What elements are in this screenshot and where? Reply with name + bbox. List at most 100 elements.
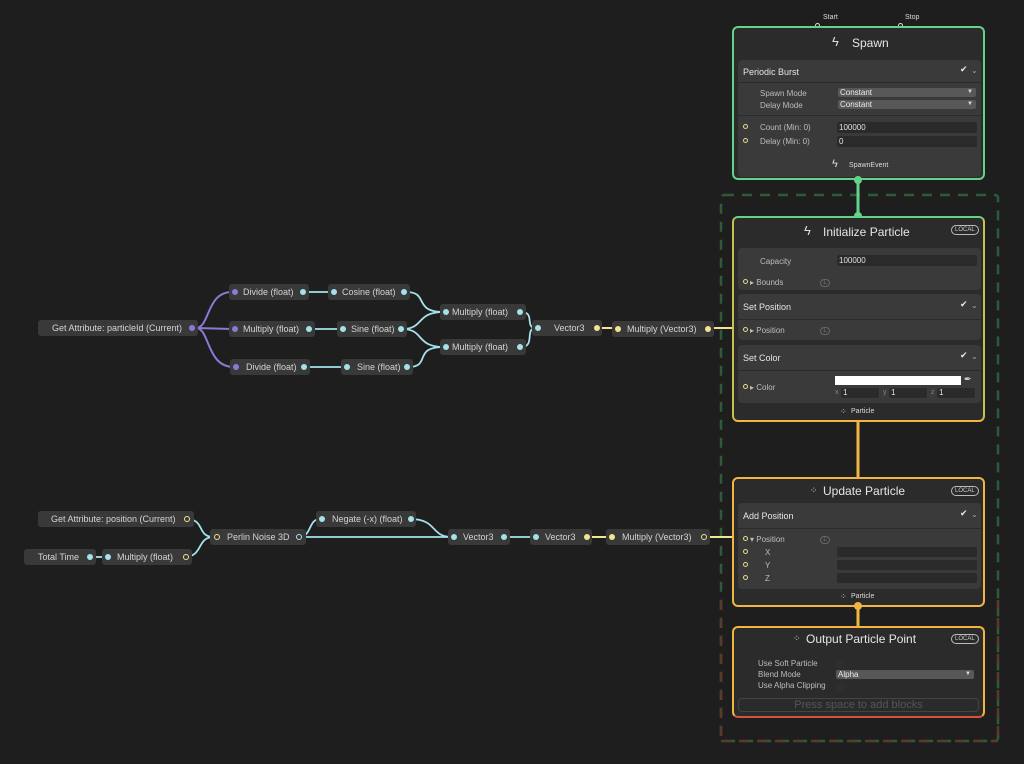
multiply-vector3-node-top[interactable]: Multiply (Vector3) xyxy=(612,321,714,337)
sine-float-node-1[interactable]: Sine (float) xyxy=(337,321,407,337)
initialize-particle-context[interactable]: ϟ Initialize Particle LOCAL Capacity 100… xyxy=(732,216,985,422)
output-port[interactable] xyxy=(401,289,407,295)
input-port[interactable] xyxy=(105,554,111,560)
get-attribute-particleid-node[interactable]: Get Attribute: particleId (Current) xyxy=(38,320,198,336)
input-port[interactable] xyxy=(451,534,457,540)
block-enabled-checkbox[interactable]: ✔ xyxy=(960,350,968,361)
divide-float-node-1[interactable]: Divide (float) xyxy=(229,284,309,300)
output-port[interactable] xyxy=(398,326,404,332)
input-port[interactable] xyxy=(319,516,325,522)
chevron-down-icon[interactable]: ⌄ xyxy=(971,301,978,310)
block-enabled-checkbox[interactable]: ✔ xyxy=(960,508,968,519)
output-port[interactable] xyxy=(87,554,93,560)
space-local-icon[interactable]: L xyxy=(820,536,830,544)
output-port[interactable] xyxy=(584,534,590,540)
vector3-node-top[interactable]: Vector3 xyxy=(532,320,602,336)
spawn-context[interactable]: ϟ Spawn Periodic Burst ✔ ⌄ Spawn Mode Co… xyxy=(732,26,985,180)
spawn-event-port[interactable] xyxy=(854,176,862,184)
color-input-port[interactable] xyxy=(743,384,748,389)
update-particle-context[interactable]: ⁘ Update Particle LOCAL Add Position ✔ ⌄… xyxy=(732,477,985,607)
output-port[interactable] xyxy=(296,534,302,540)
add-blocks-hint[interactable]: Press space to add blocks xyxy=(738,698,979,712)
perlin-noise-3d-node[interactable]: Perlin Noise 3D xyxy=(210,529,306,545)
color-swatch[interactable] xyxy=(835,376,961,385)
x-field[interactable] xyxy=(837,547,977,557)
chevron-down-icon[interactable]: ⌄ xyxy=(971,66,978,75)
input-port[interactable] xyxy=(535,325,541,331)
multiply-float-node-1[interactable]: Multiply (float) xyxy=(229,321,315,337)
block-enabled-checkbox[interactable]: ✔ xyxy=(960,64,968,75)
space-local-icon[interactable]: L xyxy=(820,279,830,287)
chevron-down-icon[interactable]: ⌄ xyxy=(971,510,978,519)
output-port[interactable] xyxy=(701,534,707,540)
delay-input-port[interactable] xyxy=(743,138,748,143)
vector3-node-bottom-1[interactable]: Vector3 xyxy=(448,529,510,545)
soft-particle-checkbox[interactable] xyxy=(836,659,845,668)
color-z-field[interactable]: 1 xyxy=(937,388,975,398)
multiply-float-node-top[interactable]: Multiply (float) xyxy=(440,304,526,320)
output-port[interactable] xyxy=(404,364,410,370)
color-x-field[interactable]: 1 xyxy=(841,388,879,398)
output-port[interactable] xyxy=(183,554,189,560)
input-port[interactable] xyxy=(443,309,449,315)
delay-mode-dropdown[interactable]: Constant ▼ xyxy=(838,100,976,109)
position-input-port[interactable] xyxy=(743,536,748,541)
add-position-block[interactable]: Add Position ✔ ⌄ ▾ Position L X Y Z xyxy=(738,503,981,589)
z-input-port[interactable] xyxy=(743,575,748,580)
output-port[interactable] xyxy=(300,289,306,295)
input-port[interactable] xyxy=(533,534,539,540)
input-port[interactable] xyxy=(214,534,220,540)
input-port[interactable] xyxy=(344,364,350,370)
total-time-node[interactable]: Total Time xyxy=(24,549,96,565)
eyedropper-icon[interactable]: ✒ xyxy=(964,374,972,385)
set-position-block[interactable]: Set Position ✔ ⌄ ▸ Position L xyxy=(738,294,981,340)
local-badge[interactable]: LOCAL xyxy=(951,634,979,644)
multiply-float-node-bottom[interactable]: Multiply (float) xyxy=(440,339,526,355)
output-port[interactable] xyxy=(184,516,190,522)
count-field[interactable]: 100000 xyxy=(837,122,977,133)
local-badge[interactable]: LOCAL xyxy=(951,225,979,235)
x-input-port[interactable] xyxy=(743,549,748,554)
input-port[interactable] xyxy=(233,364,239,370)
space-local-icon[interactable]: L xyxy=(820,327,830,335)
vector3-node-bottom-2[interactable]: Vector3 xyxy=(530,529,592,545)
y-field[interactable] xyxy=(837,560,977,570)
multiply-vector3-node-bottom[interactable]: Multiply (Vector3) xyxy=(606,529,710,545)
input-port[interactable] xyxy=(609,534,615,540)
count-input-port[interactable] xyxy=(743,124,748,129)
delay-field[interactable]: 0 xyxy=(837,136,977,147)
spawn-mode-dropdown[interactable]: Constant ▼ xyxy=(838,88,976,97)
output-particle-point-context[interactable]: ⁘ Output Particle Point LOCAL Use Soft P… xyxy=(732,626,985,718)
input-port[interactable] xyxy=(340,326,346,332)
output-port[interactable] xyxy=(306,326,312,332)
position-input-port[interactable] xyxy=(743,327,748,332)
input-port[interactable] xyxy=(443,344,449,350)
output-port[interactable] xyxy=(517,309,523,315)
set-color-block[interactable]: Set Color ✔ ⌄ ▸ Color ✒ x 1 y 1 z 1 xyxy=(738,345,981,403)
multiply-float-time-node[interactable]: Multiply (float) xyxy=(102,549,192,565)
input-port[interactable] xyxy=(232,289,238,295)
get-attribute-position-node[interactable]: Get Attribute: position (Current) xyxy=(38,511,194,527)
capacity-field[interactable]: 100000 xyxy=(837,255,977,266)
divide-float-node-2[interactable]: Divide (float) xyxy=(230,359,310,375)
input-port[interactable] xyxy=(232,326,238,332)
output-port[interactable] xyxy=(594,325,600,331)
block-enabled-checkbox[interactable]: ✔ xyxy=(960,299,968,310)
bounds-input-port[interactable] xyxy=(743,279,748,284)
output-port[interactable] xyxy=(501,534,507,540)
output-port[interactable] xyxy=(408,516,414,522)
output-port[interactable] xyxy=(517,344,523,350)
blend-mode-dropdown[interactable]: Alpha ▼ xyxy=(836,670,974,679)
sine-float-node-2[interactable]: Sine (float) xyxy=(341,359,413,375)
color-y-field[interactable]: 1 xyxy=(889,388,927,398)
chevron-down-icon[interactable]: ⌄ xyxy=(971,352,978,361)
periodic-burst-block[interactable]: Periodic Burst ✔ ⌄ Spawn Mode Constant ▼ … xyxy=(738,60,981,177)
local-badge[interactable]: LOCAL xyxy=(951,486,979,496)
alpha-clipping-checkbox[interactable] xyxy=(836,682,845,691)
update-flow-out-port[interactable] xyxy=(854,602,862,610)
cosine-float-node[interactable]: Cosine (float) xyxy=(328,284,410,300)
output-port[interactable] xyxy=(705,326,711,332)
input-port[interactable] xyxy=(615,326,621,332)
output-port[interactable] xyxy=(189,325,195,331)
negate-float-node[interactable]: Negate (-x) (float) xyxy=(316,511,416,527)
